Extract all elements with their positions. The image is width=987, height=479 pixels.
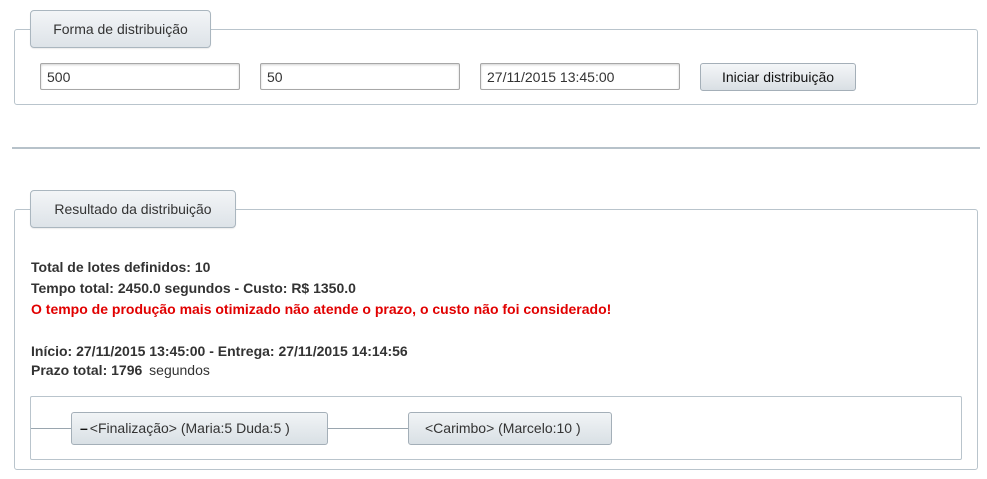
tree-node-finalizacao-label: <Finalização> (Maria:5 Duda:5 ) (89, 420, 290, 436)
total-deadline-text: Prazo total: 1796 segundos (31, 362, 210, 378)
total-time-cost-text: Tempo total: 2450.0 segundos - Custo: R$… (31, 280, 356, 296)
lot-quantity-input[interactable] (40, 63, 240, 90)
total-lots-text: Total de lotes definidos: 10 (31, 259, 211, 275)
start-distribution-button[interactable]: Iniciar distribuição (700, 63, 856, 91)
tree-node-carimbo[interactable]: <Carimbo> (Marcelo:10 ) (408, 412, 612, 445)
collapse-toggle-icon[interactable]: – (80, 420, 88, 436)
section-divider (12, 147, 980, 149)
tree-connector-middle (327, 428, 408, 429)
start-datetime-input[interactable] (480, 63, 680, 90)
distribution-result-legend: Resultado da distribuição (30, 190, 236, 228)
total-deadline-value: Prazo total: 1796 (31, 362, 143, 378)
distribution-form-legend: Forma de distribuição (30, 10, 211, 48)
total-deadline-unit: segundos (149, 362, 210, 378)
tree-node-carimbo-label: <Carimbo> (Marcelo:10 ) (425, 420, 581, 436)
tree-node-finalizacao[interactable]: – <Finalização> (Maria:5 Duda:5 ) (71, 412, 328, 445)
lot-size-input[interactable] (260, 63, 460, 90)
tree-connector-left (31, 428, 71, 429)
deadline-alert-text: O tempo de produção mais otimizado não a… (31, 301, 612, 317)
start-delivery-text: Início: 27/11/2015 13:45:00 - Entrega: 2… (31, 343, 408, 359)
